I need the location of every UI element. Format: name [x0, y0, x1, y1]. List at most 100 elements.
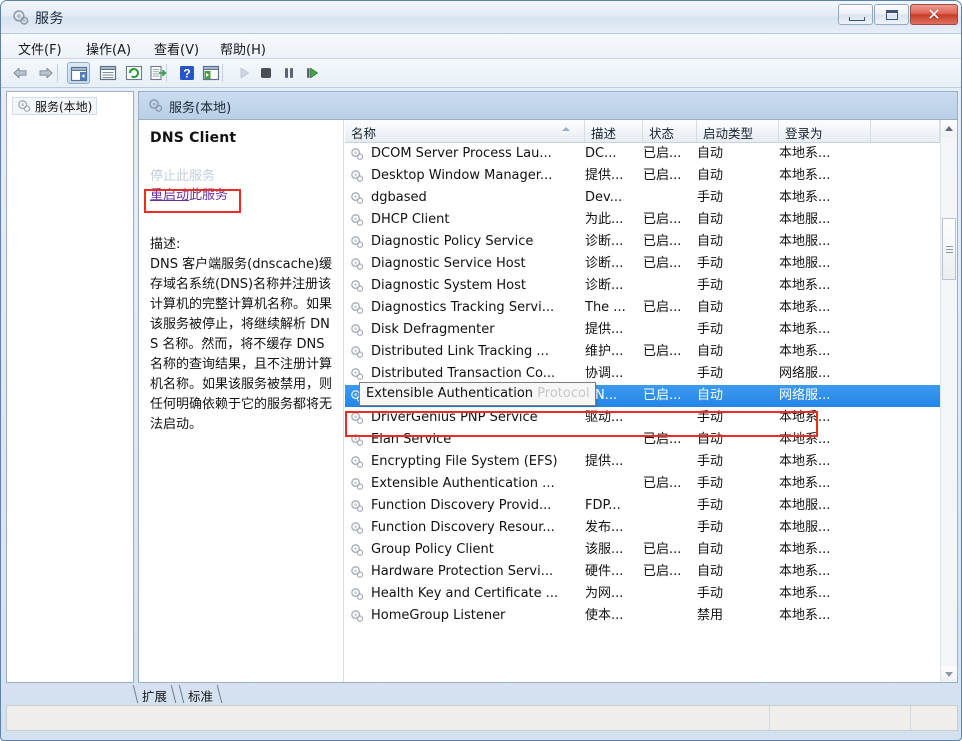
cell-service-logon-as: 本地系... [779, 432, 831, 447]
cell-service-startup-type: 手动 [697, 278, 724, 293]
list-vertical-scrollbar[interactable] [940, 120, 957, 682]
cell-service-description: The ... [585, 300, 626, 315]
restart-service-link-rest: 此服务 [189, 188, 229, 203]
minimize-button[interactable] [838, 4, 873, 25]
cell-service-name: HomeGroup Listener [371, 608, 506, 623]
tab-1[interactable]: 标准 [179, 685, 222, 704]
close-button[interactable]: ✕ [910, 4, 958, 25]
cell-service-status: 已启... [643, 432, 682, 447]
service-detail-title: DNS Client [150, 130, 237, 146]
cell-service-description [585, 473, 643, 495]
table-row[interactable]: Elan Service 已启... 自动 本地系... [345, 429, 940, 451]
menu-item-3[interactable]: 帮助(H) [213, 37, 273, 58]
table-row[interactable]: Health Key and Certificate ... 为网... 手动 本地系… [345, 583, 940, 605]
table-row[interactable]: Desktop Window Manager... 提供... 已启... 自动 本地系… [345, 165, 940, 187]
cell-service-logon-as: 本地系... [779, 476, 831, 491]
cell-service-startup-type: 手动 [697, 520, 724, 535]
refresh-icon [125, 65, 143, 81]
cell-service-startup-type: 手动 [697, 454, 724, 469]
table-row[interactable]: Function Discovery Provid... FDP... 手动 本地服.… [345, 495, 940, 517]
menu-item-2[interactable]: 查看(V) [147, 37, 206, 58]
cell-service-logon-as: 本地系... [779, 190, 831, 205]
properties-button[interactable] [97, 62, 120, 84]
table-row[interactable]: Group Policy Client 该服... 已启... 自动 本地系... [345, 539, 940, 561]
column-header-0[interactable]: 名称 [345, 120, 585, 142]
cell-service-logon-as: 本地服... [779, 234, 831, 249]
status-bar-divider-1 [909, 706, 911, 730]
cell-service-logon-as: 本地系... [779, 564, 831, 579]
cell-service-description: 硬件... [585, 564, 624, 579]
tab-0[interactable]: 扩展 [133, 685, 176, 704]
stop-service-link[interactable]: 停止此服务 [150, 167, 215, 186]
cell-service-description: 为网... [585, 586, 624, 601]
column-header-5[interactable] [871, 120, 940, 142]
table-row[interactable]: dgbased Dev... 手动 本地系... [345, 187, 940, 209]
menu-item-0[interactable]: 文件(F) [11, 37, 69, 58]
table-row[interactable]: Encrypting File System (EFS) 提供... 手动 本地系..… [345, 451, 940, 473]
cell-service-status: 已启... [643, 388, 682, 403]
cell-service-startup-type: 自动 [697, 344, 724, 359]
table-row[interactable]: Diagnostic System Host 诊断... 手动 本地系... [345, 275, 940, 297]
table-row[interactable]: Diagnostic Policy Service 诊断... 已启... 自动 本地服… [345, 231, 940, 253]
cell-service-startup-type: 手动 [697, 190, 724, 205]
table-row[interactable]: Diagnostic Service Host 诊断... 已启... 手动 本地服..… [345, 253, 940, 275]
cell-service-startup-type: 手动 [697, 586, 724, 601]
restart-service-link[interactable]: 重启动此服务 [150, 186, 228, 205]
cell-service-description: DC... [585, 146, 617, 161]
column-header-4[interactable]: 登录为 [779, 120, 871, 142]
menu-item-1[interactable]: 操作(A) [79, 37, 138, 58]
table-row[interactable]: Extensible Authentication ... 已启... 手动 本地系.… [345, 473, 940, 495]
cell-service-status [643, 319, 697, 341]
table-row[interactable]: Function Discovery Resour... 发布... 手动 本地服..… [345, 517, 940, 539]
cell-service-name: Distributed Link Tracking ... [371, 344, 549, 359]
table-row[interactable]: DriverGenius PNP Service 驱动... 手动 本地系... [345, 407, 940, 429]
forward-button[interactable] [35, 62, 58, 84]
column-header-2[interactable]: 状态 [643, 120, 697, 142]
scroll-up-button[interactable] [941, 120, 957, 137]
cell-service-status: 已启... [643, 564, 682, 579]
column-header-label: 启动类型 [703, 126, 754, 141]
services-gear-icon [13, 10, 29, 25]
sort-ascending-icon [562, 127, 570, 131]
tooltip-text-tail: Protocol [537, 386, 590, 401]
show-tree-button[interactable] [67, 62, 90, 84]
back-button[interactable] [9, 62, 32, 84]
export-list-button[interactable] [147, 62, 170, 84]
scrollbar-thumb[interactable] [942, 218, 956, 280]
show-action-pane-button[interactable] [200, 62, 223, 84]
help-button[interactable]: ? [176, 62, 199, 84]
table-row[interactable]: Diagnostics Tracking Servi... The ... 已启..… [345, 297, 940, 319]
cell-service-status: 已启... [643, 212, 682, 227]
cell-service-name: dgbased [371, 190, 427, 205]
pause-service-button[interactable] [278, 62, 301, 84]
tree-item-services-local[interactable]: 服务(本地) [12, 97, 98, 115]
window-controls: ✕ [837, 4, 958, 26]
cell-service-status: 已启... [643, 146, 682, 161]
cell-service-startup-type: 手动 [697, 410, 724, 425]
svg-text:?: ? [183, 67, 190, 81]
chevron-down-icon [945, 672, 953, 677]
cell-service-status [643, 605, 697, 627]
cell-service-name: Elan Service [371, 432, 452, 447]
stop-service-button[interactable] [255, 62, 278, 84]
cell-service-status: 已启... [643, 168, 682, 183]
table-row[interactable]: HomeGroup Listener 使本... 禁用 本地系... [345, 605, 940, 627]
column-header-3[interactable]: 启动类型 [697, 120, 779, 142]
maximize-button[interactable] [874, 4, 909, 25]
table-row[interactable]: Distributed Link Tracking ... 维护... 已启... 自… [345, 341, 940, 363]
column-header-1[interactable]: 描述 [585, 120, 643, 142]
cell-service-name: Health Key and Certificate ... [371, 586, 559, 601]
title-bar: 服务 ✕ [1, 1, 961, 34]
scroll-down-button[interactable] [941, 666, 957, 682]
cell-service-startup-type: 自动 [697, 234, 724, 249]
table-row[interactable]: DCOM Server Process Lau... DC... 已启... 自动 本地… [345, 143, 940, 165]
cell-service-logon-as: 本地系... [779, 454, 831, 469]
table-row[interactable]: Hardware Protection Servi... 硬件... 已启... 自动… [345, 561, 940, 583]
cell-service-name: Diagnostic System Host [371, 278, 527, 293]
refresh-button[interactable] [123, 62, 146, 84]
table-row[interactable]: Disk Defragmenter 提供... 手动 本地系... [345, 319, 940, 341]
column-header-label: 状态 [649, 126, 675, 141]
restart-service-button[interactable] [301, 62, 324, 84]
table-row[interactable]: DHCP Client 为此... 已启... 自动 本地服... [345, 209, 940, 231]
cell-service-logon-as: 网络服... [779, 366, 831, 381]
